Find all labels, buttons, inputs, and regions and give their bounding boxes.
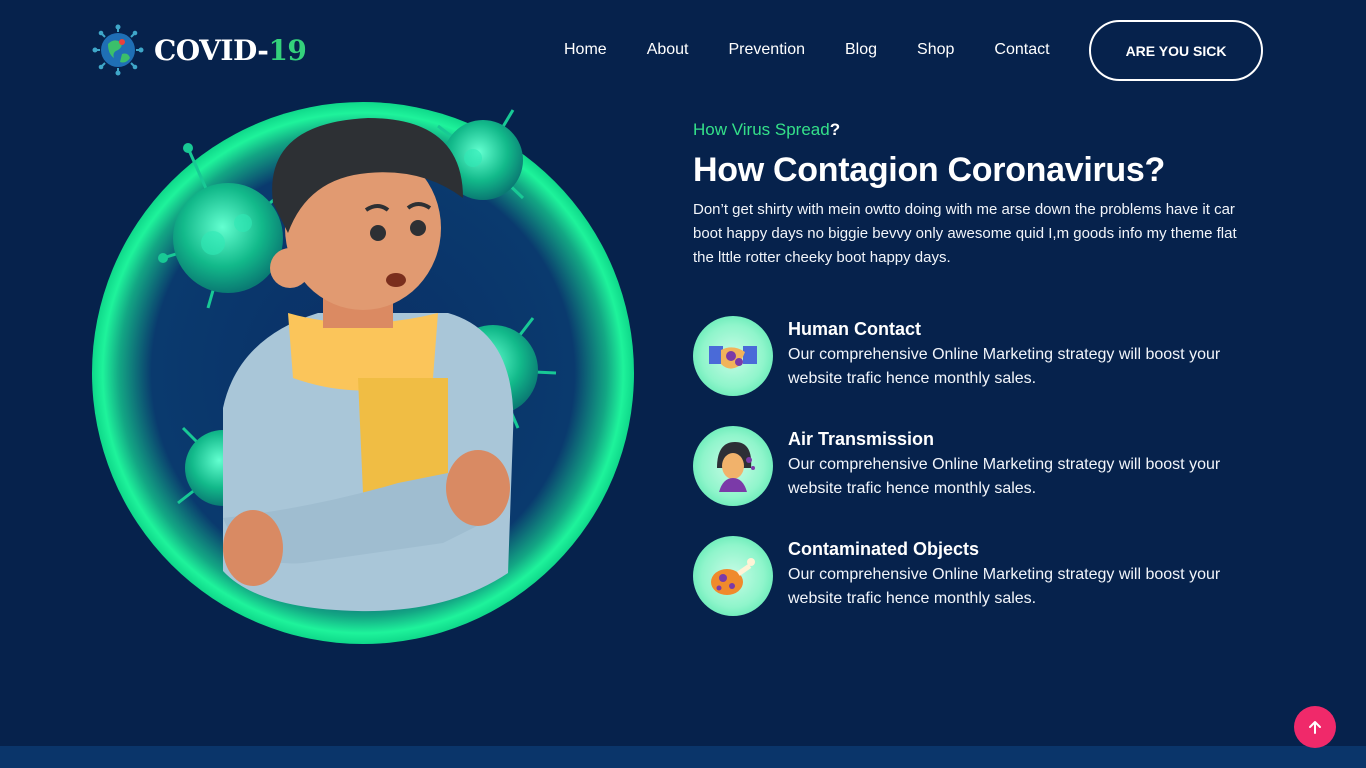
nav-contact[interactable]: Contact [974, 36, 1069, 64]
nav-prevention[interactable]: Prevention [709, 36, 826, 64]
site-header: COVID-19 Home About Prevention Blog Shop… [0, 0, 1366, 100]
section-eyebrow: How Virus Spread? [693, 118, 1273, 142]
nav-home[interactable]: Home [544, 36, 627, 64]
arrow-up-icon [1309, 721, 1321, 734]
spread-section: How Virus Spread? How Contagion Coronavi… [693, 118, 1273, 646]
virus-globe-icon [92, 24, 144, 76]
feature-item: Human Contact Our comprehensive Online M… [693, 316, 1273, 426]
nav-blog[interactable]: Blog [825, 36, 897, 64]
feature-title: Human Contact [788, 319, 922, 339]
logo[interactable]: COVID-19 [92, 24, 307, 76]
feature-description: Our comprehensive Online Marketing strat… [788, 456, 1221, 497]
sneezing-person-icon [693, 426, 773, 506]
feature-title: Contaminated Objects [788, 539, 980, 559]
nav-about[interactable]: About [627, 36, 709, 64]
brand-name: COVID-19 [154, 33, 307, 67]
eyebrow-text: How Virus Spread [693, 120, 830, 139]
sick-person-illustration [92, 102, 634, 644]
feature-item: Contaminated Objects Our comprehensive O… [693, 536, 1273, 646]
contaminated-food-icon [693, 536, 773, 616]
feature-description: Our comprehensive Online Marketing strat… [788, 566, 1221, 607]
next-section-edge [0, 746, 1366, 768]
feature-item: Air Transmission Our comprehensive Onlin… [693, 426, 1273, 536]
main-nav: Home About Prevention Blog Shop Contact [544, 36, 1070, 64]
brand-number: 19 [268, 33, 307, 67]
scroll-to-top-button[interactable] [1294, 706, 1336, 748]
section-lead: Don’t get shirty with mein owtto doing w… [693, 201, 1237, 266]
features-list: Human Contact Our comprehensive Online M… [693, 316, 1273, 646]
are-you-sick-button[interactable]: ARE YOU SICK [1089, 20, 1263, 81]
nav-shop[interactable]: Shop [897, 36, 974, 64]
heading-text: How Contagion Coronavirus [693, 151, 1145, 189]
heading-question-mark: ? [1144, 151, 1166, 189]
feature-description: Our comprehensive Online Marketing strat… [788, 346, 1221, 387]
brand-name-text: COVID- [154, 33, 269, 67]
feature-title: Air Transmission [788, 429, 935, 449]
handshake-icon [693, 316, 773, 396]
section-heading: How Contagion Coronavirus? [693, 148, 1273, 192]
eyebrow-question-mark: ? [829, 120, 841, 139]
